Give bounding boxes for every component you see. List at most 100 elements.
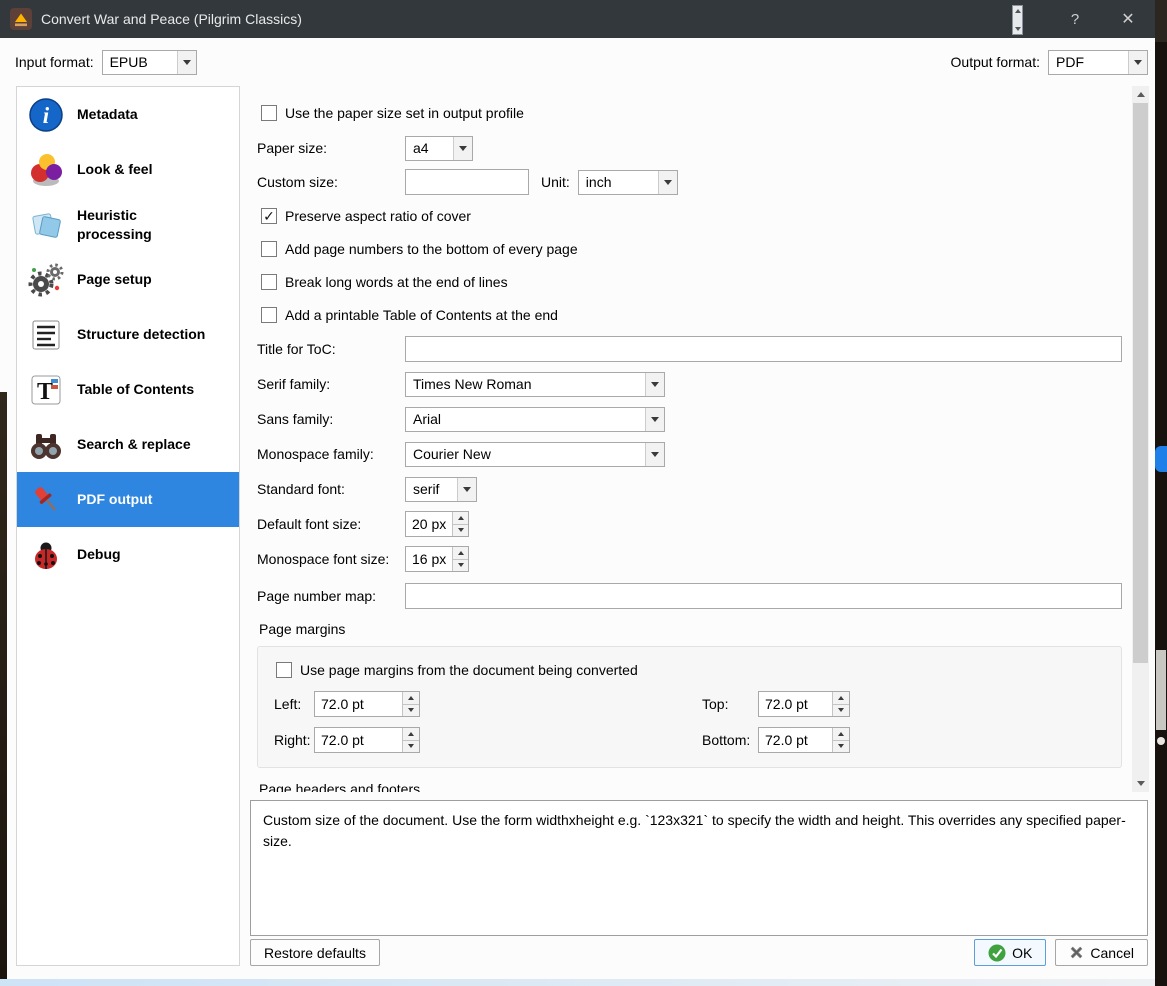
chevron-down-icon[interactable] (645, 372, 664, 396)
sidebar-item-search-replace[interactable]: Search & replace (17, 417, 239, 472)
look-feel-icon (27, 151, 65, 189)
svg-text:i: i (43, 103, 50, 128)
vertical-scrollbar[interactable] (1132, 86, 1149, 792)
ok-check-icon (988, 944, 1006, 961)
desktop-sliver-right (1155, 0, 1167, 986)
restore-defaults-button[interactable]: Restore defaults (250, 939, 380, 966)
format-bar: Input format: EPUB Output format: PDF (0, 38, 1155, 86)
custom-size-label: Custom size: (257, 174, 338, 190)
sidebar-item-look-feel[interactable]: Look & feel (17, 142, 239, 197)
margin-top-spinner[interactable]: 72.0 pt (758, 691, 850, 717)
chevron-down-icon[interactable] (1128, 50, 1147, 74)
custom-size-input[interactable] (405, 169, 529, 195)
sidebar-item-metadata[interactable]: i Metadata (17, 87, 239, 142)
serif-family-combo[interactable]: Times New Roman (405, 371, 665, 397)
sidebar-item-structure-detection[interactable]: Structure detection (17, 307, 239, 362)
monospace-family-combo[interactable]: Courier New (405, 441, 665, 467)
margin-left-spinner[interactable]: 72.0 pt (314, 691, 420, 717)
standard-font-combo[interactable]: serif (405, 476, 477, 502)
pdf-output-settings-panel: Use the paper size set in output profile… (250, 86, 1149, 792)
paper-size-value: a4 (413, 140, 429, 156)
option-help-text: Custom size of the document. Use the for… (250, 800, 1148, 936)
desktop-sliver-blue-blob (1155, 446, 1167, 472)
chevron-down-icon[interactable] (453, 136, 472, 160)
spin-up-button[interactable] (833, 692, 849, 705)
output-format-label: Output format: (950, 54, 1040, 70)
scroll-down-button[interactable] (1132, 775, 1149, 792)
cancel-button[interactable]: Cancel (1055, 939, 1148, 966)
use-doc-margins-checkbox[interactable] (276, 662, 292, 678)
chevron-down-icon[interactable] (645, 442, 664, 466)
spin-up-button[interactable] (403, 692, 419, 705)
scroll-up-button[interactable] (1132, 86, 1149, 103)
spin-up-button[interactable] (453, 512, 468, 525)
margin-bottom-spinner[interactable]: 72.0 pt (758, 727, 850, 753)
desktop-sliver-left (0, 392, 7, 979)
monospace-family-value: Courier New (413, 446, 491, 462)
margin-right-spinner[interactable]: 72.0 pt (314, 727, 420, 753)
chevron-down-icon[interactable] (176, 50, 196, 74)
preserve-aspect-label: Preserve aspect ratio of cover (285, 208, 471, 224)
add-page-numbers-checkbox[interactable] (261, 241, 277, 257)
spin-up-button[interactable] (833, 728, 849, 741)
cancel-x-icon (1071, 946, 1083, 959)
standard-font-label: Standard font: (257, 481, 345, 497)
help-button[interactable]: ? (1053, 0, 1097, 38)
sidebar-item-page-setup[interactable]: Page setup (17, 252, 239, 307)
sidebar-item-label: Page setup (77, 271, 152, 288)
monospace-font-size-label: Monospace font size: (257, 551, 390, 567)
scrollbar-thumb[interactable] (1133, 103, 1148, 663)
close-button[interactable]: ✕ (1106, 0, 1150, 38)
artifact-up-arrow-icon (1014, 9, 1021, 13)
add-printable-toc-checkbox[interactable] (261, 307, 277, 323)
default-font-size-value: 20 px (412, 516, 447, 532)
sidebar-item-label: Table of Contents (77, 381, 195, 398)
input-format-value: EPUB (109, 54, 148, 70)
ok-button[interactable]: OK (974, 939, 1047, 966)
chevron-down-icon[interactable] (645, 407, 664, 431)
spin-down-button[interactable] (453, 559, 468, 571)
chevron-down-icon[interactable] (657, 170, 677, 194)
preserve-aspect-checkbox[interactable] (261, 208, 277, 224)
sidebar-item-label: Look & feel (77, 161, 153, 178)
toc-title-input[interactable] (405, 336, 1122, 362)
spin-up-button[interactable] (453, 547, 468, 560)
default-font-size-spinner[interactable]: 20 px (405, 511, 469, 537)
add-printable-toc-label: Add a printable Table of Contents at the… (285, 307, 558, 323)
window-bottom-edge (0, 979, 1155, 986)
sidebar-item-heuristic-processing[interactable]: Heuristic processing (17, 197, 239, 252)
monospace-font-size-spinner[interactable]: 16 px (405, 546, 469, 572)
spin-down-button[interactable] (833, 740, 849, 752)
titlebar[interactable]: Convert War and Peace (Pilgrim Classics)… (0, 0, 1155, 38)
unit-combo[interactable]: inch (577, 169, 678, 195)
input-format-label: Input format: (15, 54, 94, 70)
desktop-sliver-dark (1155, 0, 1167, 42)
svg-text:T: T (37, 379, 53, 405)
page-setup-gears-icon (27, 261, 65, 299)
sans-family-combo[interactable]: Arial (405, 406, 665, 432)
paper-size-combo[interactable]: a4 (405, 135, 473, 161)
margin-top-value: 72.0 pt (765, 696, 808, 712)
toc-title-label: Title for ToC: (257, 341, 336, 357)
margin-right-label: Right: (274, 732, 311, 748)
sidebar-item-pdf-output[interactable]: PDF output (17, 472, 239, 527)
sidebar-item-debug[interactable]: Debug (17, 527, 239, 582)
sans-family-label: Sans family: (257, 411, 334, 427)
output-format-value: PDF (1056, 54, 1084, 70)
spin-down-button[interactable] (403, 704, 419, 716)
margin-left-label: Left: (274, 696, 302, 712)
spin-down-button[interactable] (453, 524, 468, 536)
input-format-combo[interactable]: EPUB (101, 49, 197, 75)
structure-detection-icon (27, 316, 65, 354)
sidebar-item-label: Heuristic processing (77, 207, 152, 242)
output-format-combo[interactable]: PDF (1048, 49, 1148, 75)
use-paper-size-checkbox[interactable] (261, 105, 277, 121)
spin-up-button[interactable] (403, 728, 419, 741)
spin-down-button[interactable] (833, 704, 849, 716)
spin-down-button[interactable] (403, 740, 419, 752)
chevron-down-icon[interactable] (457, 477, 476, 501)
sidebar-item-table-of-contents[interactable]: T Table of Contents (17, 362, 239, 417)
margin-top-label: Top: (702, 696, 729, 712)
page-number-map-input[interactable] (405, 583, 1122, 609)
break-long-words-checkbox[interactable] (261, 274, 277, 290)
